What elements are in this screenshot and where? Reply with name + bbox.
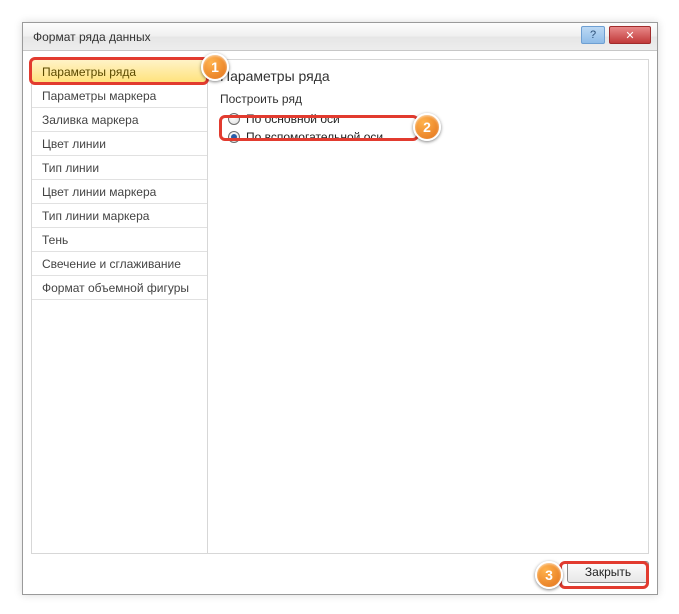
sidebar-item-marker-line-style[interactable]: Тип линии маркера (32, 204, 207, 228)
sidebar-item-line-color[interactable]: Цвет линии (32, 132, 207, 156)
sidebar-item-label: Параметры ряда (42, 65, 136, 79)
sidebar-item-marker-line-color[interactable]: Цвет линии маркера (32, 180, 207, 204)
sidebar-item-series-options[interactable]: Параметры ряда (32, 60, 207, 84)
help-icon: ? (590, 29, 596, 41)
group-label: Построить ряд (220, 92, 636, 106)
sidebar-item-shadow[interactable]: Тень (32, 228, 207, 252)
sidebar: Параметры ряда Параметры маркера Заливка… (31, 59, 207, 554)
pane-title: Параметры ряда (220, 68, 636, 84)
sidebar-item-marker-fill[interactable]: Заливка маркера (32, 108, 207, 132)
radio-icon (228, 113, 240, 125)
radio-primary-axis[interactable]: По основной оси (220, 110, 636, 128)
sidebar-item-label: Тень (42, 233, 68, 247)
footer: Закрыть (31, 558, 649, 586)
close-button[interactable]: Закрыть (567, 561, 649, 583)
sidebar-item-line-style[interactable]: Тип линии (32, 156, 207, 180)
titlebar-controls: ? ✕ (581, 26, 651, 44)
sidebar-item-label: Цвет линии (42, 137, 106, 151)
sidebar-item-3d-format[interactable]: Формат объемной фигуры (32, 276, 207, 300)
radio-label: По основной оси (246, 112, 340, 126)
titlebar: Формат ряда данных ? ✕ (23, 23, 657, 51)
close-icon: ✕ (625, 29, 634, 42)
radio-icon (228, 131, 240, 143)
window-close-button[interactable]: ✕ (609, 26, 651, 44)
close-button-label: Закрыть (585, 565, 631, 579)
sidebar-item-label: Свечение и сглаживание (42, 257, 181, 271)
help-button[interactable]: ? (581, 26, 605, 44)
content-pane: Параметры ряда Построить ряд По основной… (207, 59, 649, 554)
dialog-window: Формат ряда данных ? ✕ Параметры ряда Па… (22, 22, 658, 595)
window-title: Формат ряда данных (33, 30, 151, 44)
sidebar-item-label: Цвет линии маркера (42, 185, 156, 199)
sidebar-item-label: Формат объемной фигуры (42, 281, 189, 295)
sidebar-item-label: Тип линии маркера (42, 209, 149, 223)
radio-secondary-axis[interactable]: По вспомогательной оси (220, 128, 636, 146)
radio-label: По вспомогательной оси (246, 130, 383, 144)
sidebar-item-marker-options[interactable]: Параметры маркера (32, 84, 207, 108)
client-area: Параметры ряда Параметры маркера Заливка… (31, 59, 649, 554)
sidebar-item-label: Параметры маркера (42, 89, 156, 103)
sidebar-item-label: Тип линии (42, 161, 99, 175)
sidebar-item-glow-softening[interactable]: Свечение и сглаживание (32, 252, 207, 276)
sidebar-item-label: Заливка маркера (42, 113, 139, 127)
